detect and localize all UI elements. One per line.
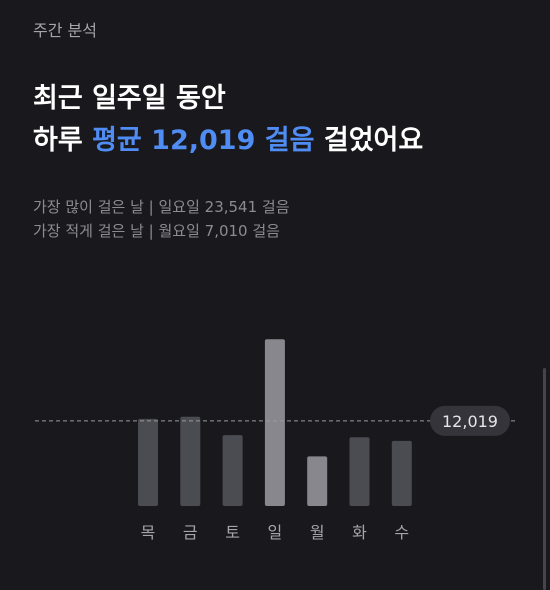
bar-0[interactable]: [138, 418, 158, 506]
x-tick-label: 토: [225, 523, 240, 542]
bar-6[interactable]: [391, 440, 412, 506]
bar-3[interactable]: [264, 339, 285, 506]
average-label: 12,019: [442, 412, 498, 431]
x-tick-label: 수: [394, 523, 409, 542]
x-tick-label: 금: [183, 523, 198, 542]
x-tick-label: 화: [352, 523, 367, 542]
bar-2[interactable]: [222, 435, 243, 506]
headline-suffix: 걸었어요: [314, 125, 424, 156]
bar-1[interactable]: [180, 416, 201, 506]
bar-5[interactable]: [349, 437, 370, 506]
headline-prefix: 하루: [33, 125, 93, 156]
scrollbar[interactable]: [543, 368, 546, 590]
min-day-stat: 가장 적게 걸은 날 | 월요일 7,010 걸음: [33, 222, 280, 240]
page-title: 주간 분석: [33, 21, 97, 40]
weekly-steps-chart: 목 금 토 일 월 화 수 12,019: [35, 339, 515, 542]
bar-4[interactable]: [307, 456, 328, 506]
headline-line-1: 최근 일주일 동안: [33, 83, 226, 114]
headline: 최근 일주일 동안 하루 평균 12,019 걸음 걸었어요: [33, 78, 423, 162]
stats-summary: 가장 많이 걸은 날 | 일요일 23,541 걸음 가장 적게 걸은 날 | …: [33, 195, 290, 243]
max-day-stat: 가장 많이 걸은 날 | 일요일 23,541 걸음: [33, 198, 290, 216]
x-tick-label: 월: [310, 523, 325, 542]
average-steps-highlight: 평균 12,019 걸음: [92, 125, 315, 156]
x-tick-label: 일: [268, 523, 283, 542]
headline-line-2: 하루 평균 12,019 걸음 걸었어요: [33, 120, 423, 162]
x-tick-label: 목: [141, 523, 156, 542]
